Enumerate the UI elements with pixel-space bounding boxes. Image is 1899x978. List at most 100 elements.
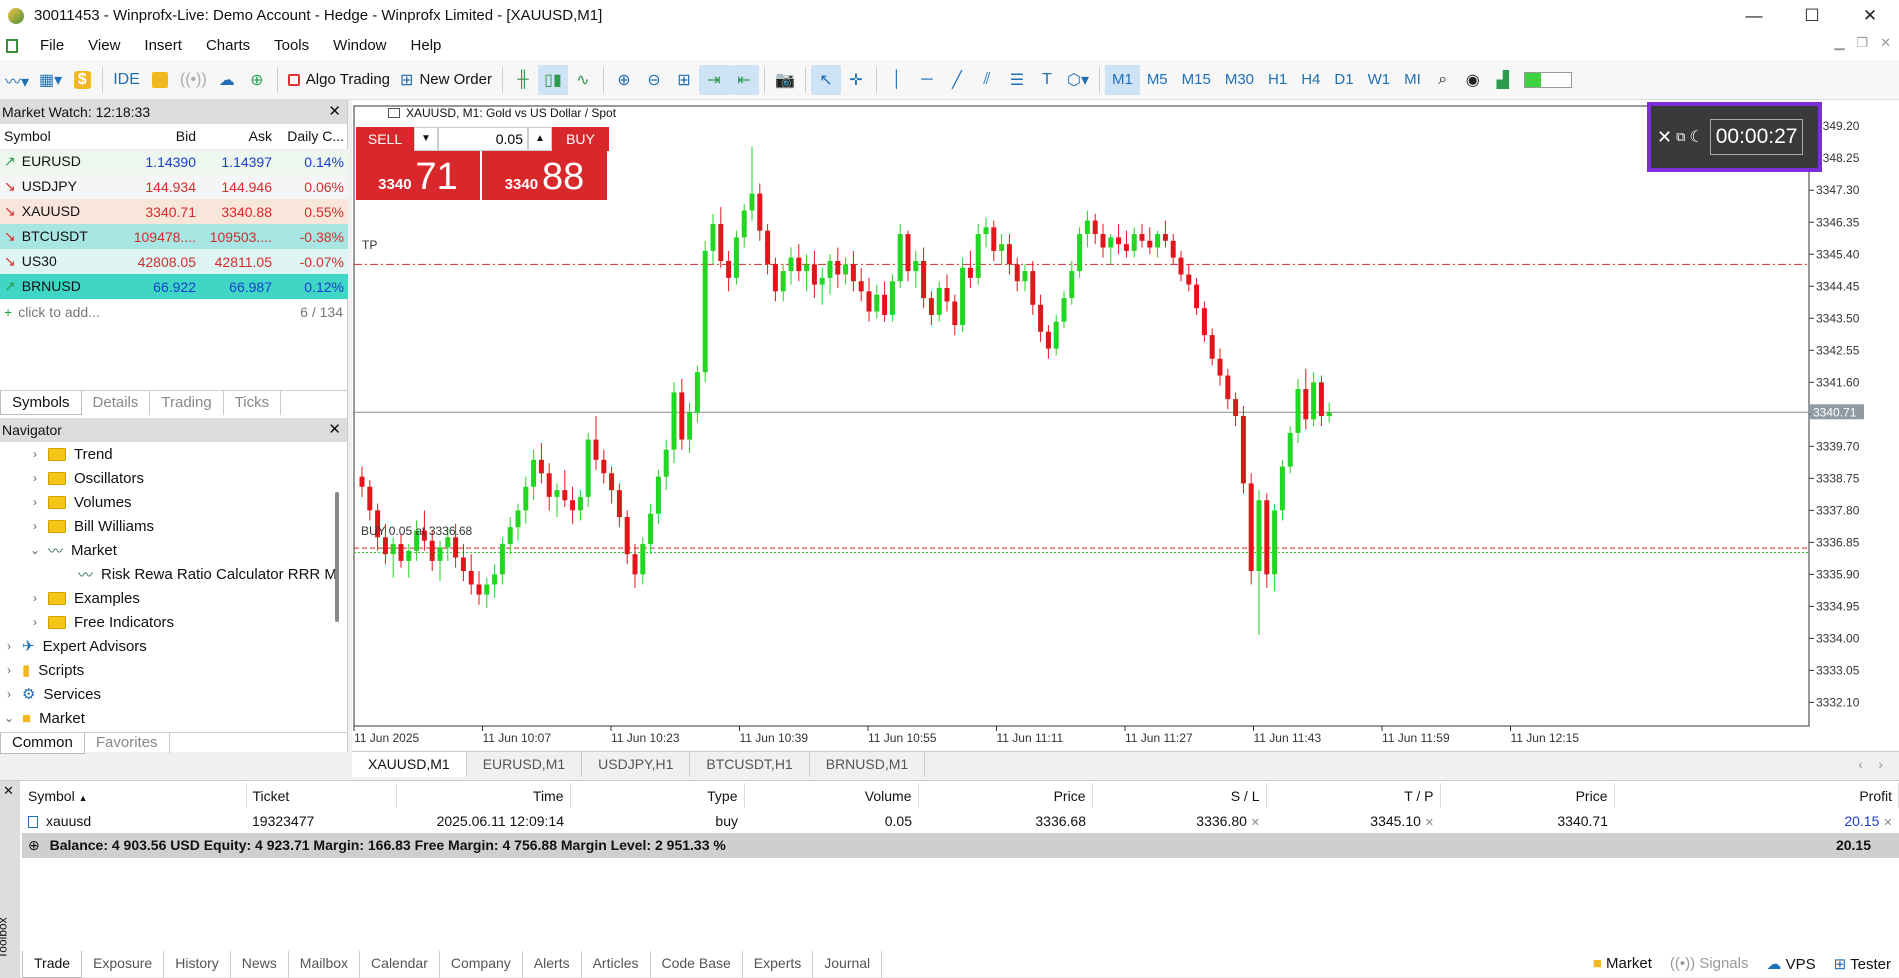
auto-scroll-icon[interactable]: ⇥ bbox=[698, 64, 729, 95]
chart-tab-btcusdt[interactable]: BTCUSDT,H1 bbox=[690, 752, 810, 777]
toolbox-tab-mailbox[interactable]: Mailbox bbox=[289, 951, 361, 978]
zoom-out-icon[interactable]: ⊖ bbox=[639, 65, 669, 95]
col-symbol[interactable]: Symbol ▲ bbox=[22, 783, 247, 808]
new-order-button[interactable]: ⊞ New Order bbox=[395, 65, 497, 95]
candlestick-chart-icon[interactable]: ▯▮ bbox=[537, 64, 568, 95]
timeframe-m5[interactable]: M5 bbox=[1140, 65, 1175, 95]
chart-tab-usdjpy[interactable]: USDJPY,H1 bbox=[582, 752, 691, 777]
market-watch-row[interactable]: ↘ US30 42808.05 42811.05 -0.07% bbox=[0, 249, 348, 274]
tab-trading[interactable]: Trading bbox=[150, 391, 224, 415]
lot-decrease-button[interactable]: ▼ bbox=[414, 127, 438, 151]
market-watch-row[interactable]: ↗ EURUSD 1.14390 1.14397 0.14% bbox=[0, 149, 348, 174]
maximize-button[interactable]: ☐ bbox=[1783, 0, 1841, 31]
chart-shift-icon[interactable]: ⇤ bbox=[728, 64, 759, 95]
tab-details[interactable]: Details bbox=[82, 391, 151, 415]
timeframe-h4[interactable]: H4 bbox=[1294, 65, 1327, 95]
chevron-icon[interactable]: › bbox=[28, 471, 42, 485]
nav-item[interactable]: › Oscillators bbox=[0, 466, 347, 490]
tab-favorites[interactable]: Favorites bbox=[85, 733, 170, 754]
sell-button[interactable]: SELL bbox=[356, 127, 414, 151]
menu-charts[interactable]: Charts bbox=[194, 37, 262, 54]
nav-item[interactable]: › Volumes bbox=[0, 490, 347, 514]
chart-tab-xauusd[interactable]: XAUUSD,M1 bbox=[352, 752, 467, 777]
toolbox-tab-trade[interactable]: Trade bbox=[22, 951, 83, 978]
chevron-icon[interactable]: › bbox=[28, 495, 42, 509]
buy-button[interactable]: BUY bbox=[552, 127, 609, 151]
market-watch-row[interactable]: ↘ BTCUSDT 109478.... 109503.... -0.38% bbox=[0, 224, 348, 249]
timeframe-h1[interactable]: H1 bbox=[1261, 65, 1294, 95]
menu-help[interactable]: Help bbox=[399, 37, 454, 54]
indicators-icon[interactable]: 〰▾ bbox=[0, 65, 34, 95]
chevron-icon[interactable]: ⌄ bbox=[2, 711, 16, 725]
toolbox-tab-alerts[interactable]: Alerts bbox=[523, 951, 582, 978]
chart-templates-icon[interactable]: ▦▾ bbox=[34, 65, 67, 95]
lot-size-input[interactable] bbox=[438, 127, 528, 151]
nav-item[interactable]: › ▮ Scripts bbox=[0, 658, 347, 682]
col-volume[interactable]: Volume bbox=[744, 783, 919, 808]
nav-item[interactable]: › ✈ Expert Advisors bbox=[0, 634, 347, 658]
toolbox-tab-calendar[interactable]: Calendar bbox=[360, 951, 440, 978]
ide-button[interactable]: IDE bbox=[108, 65, 145, 95]
position-sl[interactable]: 3336.80 ✕ bbox=[1092, 808, 1266, 833]
search-icon[interactable]: ⌕ bbox=[1428, 65, 1458, 95]
level-icon[interactable]: ▟ bbox=[1488, 65, 1518, 95]
market-watch-row[interactable]: ↘ USDJPY 144.934 144.946 0.06% bbox=[0, 174, 348, 199]
tester-link[interactable]: ⊞ Tester bbox=[1834, 955, 1891, 973]
toolbox-close-icon[interactable]: ✕ bbox=[3, 783, 14, 799]
col-ask[interactable]: Ask bbox=[200, 124, 276, 150]
chevron-icon[interactable]: › bbox=[28, 447, 42, 461]
close-icon[interactable]: ✕ bbox=[328, 100, 341, 124]
bar-chart-icon[interactable]: ╫ bbox=[508, 65, 538, 95]
sell-price-button[interactable]: 3340 71 bbox=[356, 151, 482, 200]
col-profit[interactable]: Profit bbox=[1614, 783, 1899, 808]
chevron-icon[interactable]: › bbox=[28, 519, 42, 533]
col-bid[interactable]: Bid bbox=[110, 124, 200, 150]
tab-symbols[interactable]: Symbols bbox=[0, 391, 82, 415]
expand-icon[interactable]: ⊕ bbox=[28, 837, 40, 853]
vertical-line-icon[interactable]: │ bbox=[882, 65, 912, 95]
mdi-restore-icon[interactable]: ❐ bbox=[1856, 35, 1868, 51]
position-profit[interactable]: 20.15 ✕ bbox=[1614, 808, 1899, 833]
text-tool-icon[interactable]: T bbox=[1032, 65, 1062, 95]
market-bag-icon[interactable] bbox=[145, 65, 175, 95]
timeframe-w1[interactable]: W1 bbox=[1361, 65, 1398, 95]
add-globe-icon[interactable]: ⊕ bbox=[242, 65, 272, 95]
chevron-icon[interactable]: › bbox=[2, 687, 16, 701]
table-row[interactable]: xauusd 19323477 2025.06.11 12:09:14 buy … bbox=[22, 808, 1899, 833]
tab-common[interactable]: Common bbox=[0, 733, 85, 754]
menu-view[interactable]: View bbox=[76, 37, 132, 54]
trendline-icon[interactable]: ╱ bbox=[942, 65, 972, 95]
moon-icon[interactable]: ☾ bbox=[1689, 127, 1703, 147]
shapes-icon[interactable]: ⬡▾ bbox=[1062, 65, 1094, 95]
close-icon[interactable]: ✕ bbox=[328, 418, 341, 442]
col-time[interactable]: Time bbox=[396, 783, 571, 808]
market-watch-row[interactable]: ↗ BRNUSD 66.922 66.987 0.12% bbox=[0, 274, 348, 299]
screenshot-icon[interactable]: 📷 bbox=[770, 65, 800, 95]
toolbox-tab-code-base[interactable]: Code Base bbox=[651, 951, 743, 978]
nav-item[interactable]: › Bill Williams bbox=[0, 514, 347, 538]
col-current-price[interactable]: Price bbox=[1440, 783, 1615, 808]
mdi-close-icon[interactable]: ✕ bbox=[1880, 35, 1891, 51]
timeframe-m30[interactable]: M30 bbox=[1218, 65, 1261, 95]
menu-file[interactable]: File bbox=[28, 37, 76, 54]
algo-trading-button[interactable]: Algo Trading bbox=[283, 65, 395, 95]
timer-window-icon[interactable]: ⧉ bbox=[1676, 129, 1685, 145]
tab-ticks[interactable]: Ticks bbox=[224, 391, 282, 415]
timeframe-m1[interactable]: M1 bbox=[1104, 64, 1140, 95]
timer-close-icon[interactable]: ✕ bbox=[1657, 127, 1672, 148]
zoom-in-icon[interactable]: ⊕ bbox=[609, 65, 639, 95]
chevron-icon[interactable]: › bbox=[28, 615, 42, 629]
chart-tab-scroll-icon[interactable]: ‹ › bbox=[1842, 752, 1899, 777]
position-tp[interactable]: 3345.10 ✕ bbox=[1266, 808, 1440, 833]
col-tp[interactable]: T / P bbox=[1266, 783, 1441, 808]
menu-window[interactable]: Window bbox=[321, 37, 398, 54]
col-price[interactable]: Price bbox=[918, 783, 1093, 808]
menu-tools[interactable]: Tools bbox=[262, 37, 321, 54]
toolbox-tab-news[interactable]: News bbox=[231, 951, 289, 978]
crosshair-icon[interactable]: ✛ bbox=[841, 65, 871, 95]
mdi-minimize-icon[interactable]: ▁ bbox=[1834, 35, 1844, 51]
close-button[interactable]: ✕ bbox=[1841, 0, 1899, 31]
col-daily-change[interactable]: Daily C... bbox=[276, 124, 348, 150]
timeframe-m15[interactable]: M15 bbox=[1175, 65, 1218, 95]
channel-icon[interactable]: ⫽ bbox=[972, 65, 1002, 95]
